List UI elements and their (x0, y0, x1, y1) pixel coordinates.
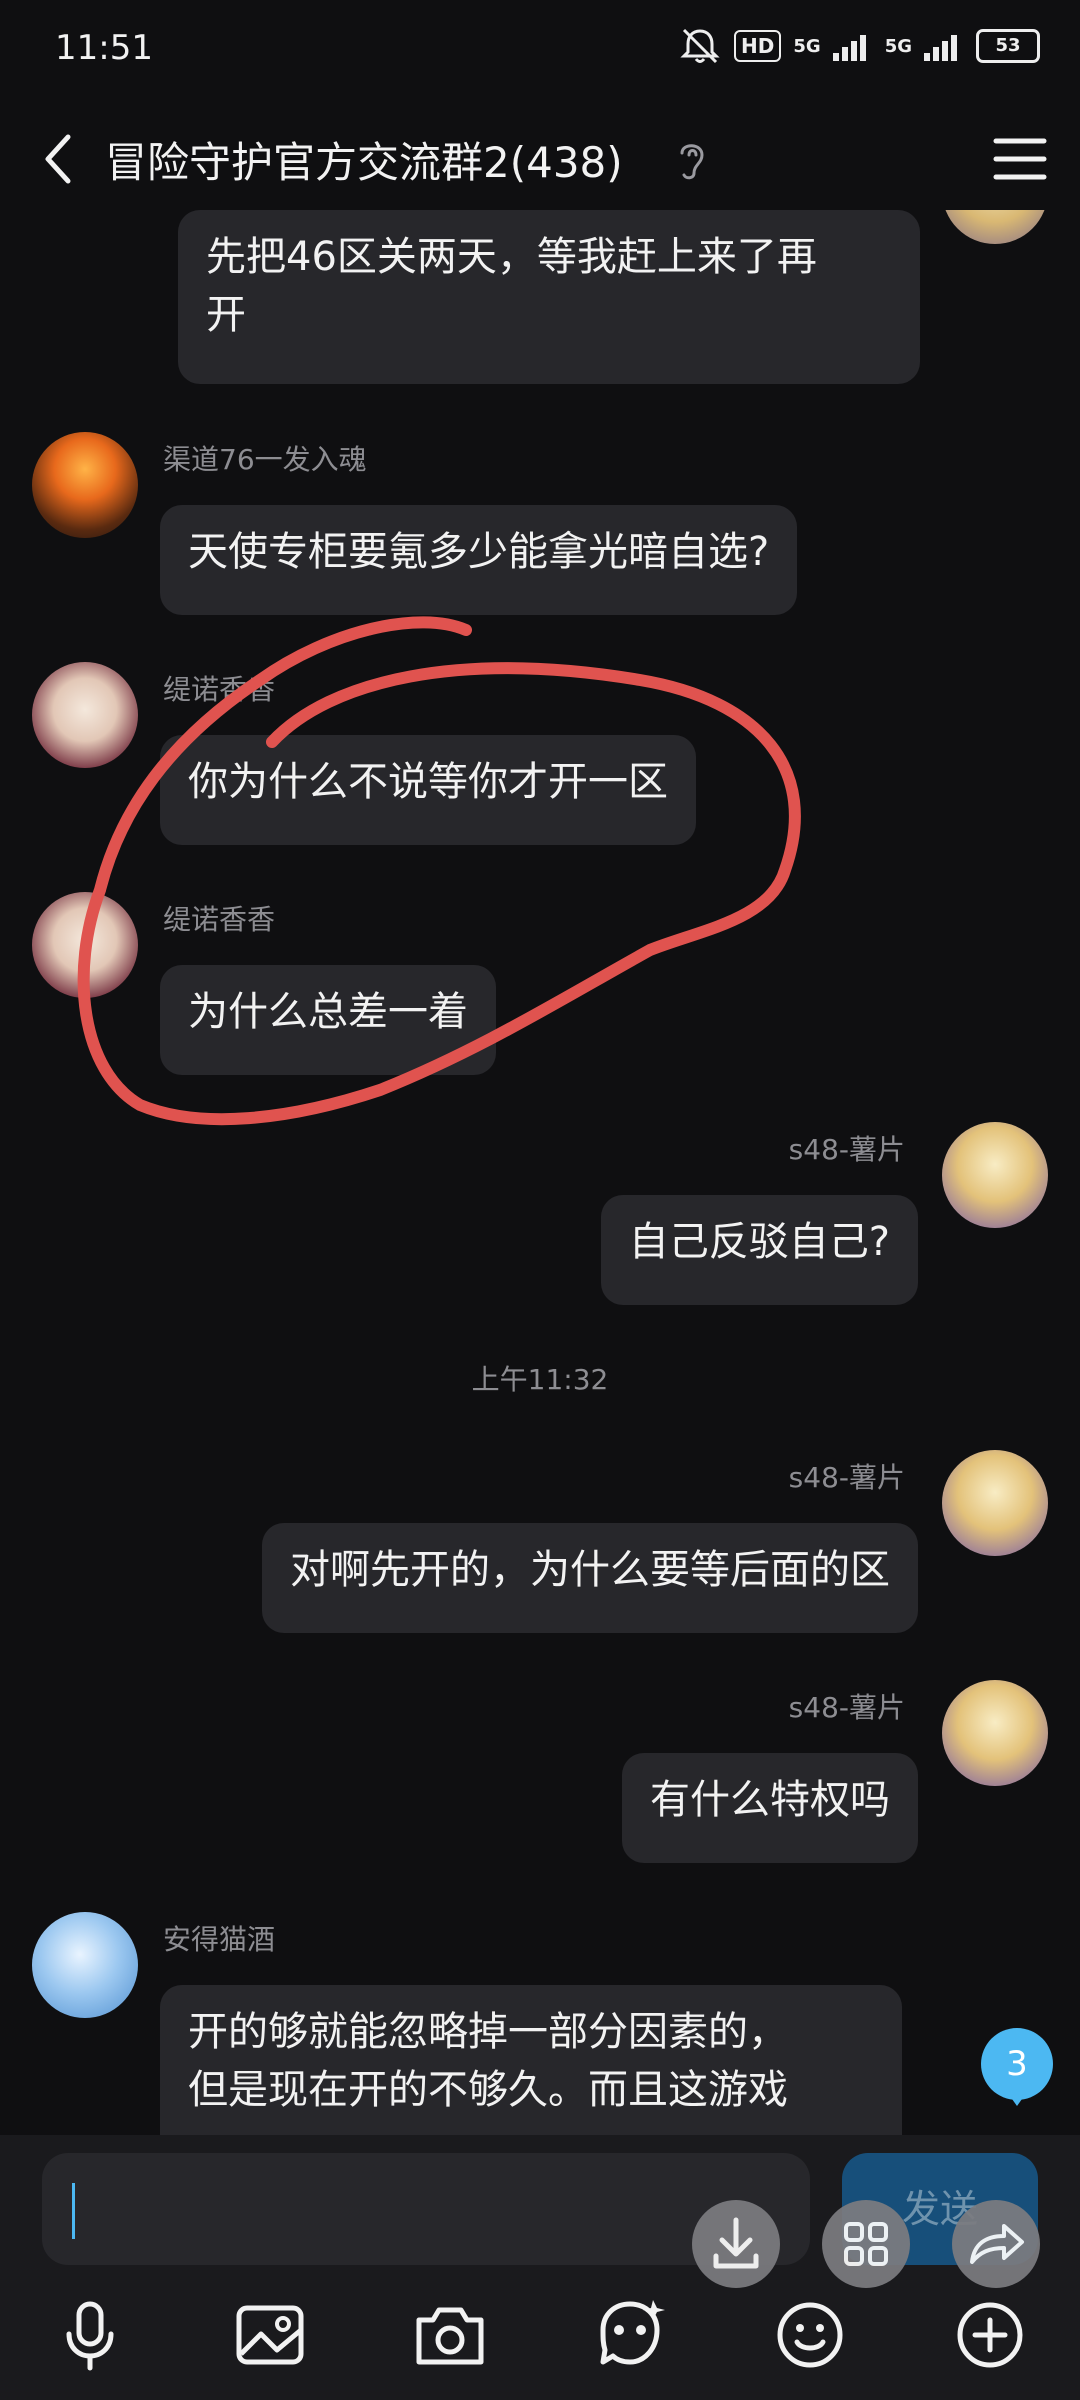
input-toolbar (0, 2290, 1080, 2380)
message-text: 你为什么不说等你才开一区 (188, 759, 668, 805)
message-text: 有什么特权吗 (650, 1777, 890, 1823)
message-text-line: 先把46区关两天，等我赶上来了再 (206, 234, 817, 280)
sender-name: 渠道76一发入魂 (163, 443, 367, 476)
download-icon (713, 2217, 759, 2269)
unread-count-badge[interactable]: 3 (981, 2028, 1053, 2100)
grid-icon (844, 2222, 888, 2266)
avatar[interactable] (942, 210, 1048, 244)
page-title: 冒险守护官方交流群2(438) (105, 138, 623, 187)
message-bubble[interactable]: 开的够就能忽略掉一部分因素的， 但是现在开的不够久。而且这游戏 (160, 1985, 902, 2135)
avatar[interactable] (32, 892, 138, 998)
mute-bell-icon (680, 28, 720, 64)
share-button[interactable] (952, 2200, 1040, 2288)
message-bubble[interactable]: 对啊先开的，为什么要等后面的区 (262, 1523, 918, 1633)
avatar[interactable] (32, 432, 138, 538)
emoji-button[interactable] (765, 2290, 855, 2380)
avatar[interactable] (942, 1450, 1048, 1556)
sender-name: s48-薯片 (788, 1133, 905, 1166)
network-label-1: 5G (793, 35, 821, 57)
image-button[interactable] (225, 2290, 315, 2380)
message-bubble[interactable]: 先把46区关两天，等我赶上来了再 开 (178, 210, 920, 384)
sender-name: s48-薯片 (788, 1461, 905, 1494)
chat-header: 冒险守护官方交流群2(438) (0, 115, 1080, 203)
camera-icon (416, 2307, 484, 2365)
voice-button[interactable] (45, 2290, 135, 2380)
sender-name: 缇诺香香 (163, 903, 276, 936)
message-text-line: 但是现在开的不够久。而且这游戏 (188, 2067, 788, 2113)
download-button[interactable] (692, 2200, 780, 2288)
ear-icon[interactable] (672, 135, 712, 183)
sender-name: 安得猫酒 (163, 1923, 276, 1956)
plus-icon (957, 2302, 1023, 2368)
message-text: 自己反驳自己? (628, 1219, 890, 1265)
message-timestamp: 上午11:32 (471, 1363, 609, 1396)
avatar[interactable] (942, 1680, 1048, 1786)
status-time: 11:51 (55, 28, 153, 68)
message-text-line: 开 (206, 292, 246, 338)
status-icons: HD 5G 5G 53 (678, 26, 1040, 66)
message-bubble[interactable]: 自己反驳自己? (600, 1195, 918, 1305)
sender-name: s48-薯片 (788, 1691, 905, 1724)
share-icon (970, 2224, 1024, 2264)
more-button[interactable] (945, 2290, 1035, 2380)
sticker-icon (600, 2300, 665, 2365)
message-text: 对啊先开的，为什么要等后面的区 (290, 1547, 890, 1593)
status-bar: 11:51 HD 5G 5G 53 (0, 0, 1080, 100)
message-bubble[interactable]: 有什么特权吗 (622, 1753, 918, 1863)
apps-button[interactable] (822, 2200, 910, 2288)
message-bubble[interactable]: 天使专柜要氪多少能拿光暗自选? (160, 505, 798, 615)
hd-badge: HD (734, 30, 782, 62)
sticker-button[interactable] (585, 2290, 675, 2380)
menu-button[interactable] (990, 131, 1050, 187)
unread-badge-tail (1007, 2092, 1027, 2106)
message-bubble[interactable]: 为什么总差一着 (160, 965, 496, 1075)
message-list[interactable]: 先把46区关两天，等我赶上来了再 开 渠道76一发入魂 天使专柜要氪多少能拿光暗… (0, 210, 1080, 2135)
image-icon (236, 2305, 304, 2365)
camera-button[interactable] (405, 2290, 495, 2380)
microphone-icon (66, 2301, 114, 2371)
text-caret (72, 2183, 75, 2239)
message-text-line: 开的够就能忽略掉一部分因素的， (188, 2009, 788, 2055)
signal-icon (832, 35, 866, 61)
avatar[interactable] (942, 1122, 1048, 1228)
emoji-icon (777, 2302, 843, 2368)
avatar[interactable] (32, 662, 138, 768)
back-button[interactable] (30, 127, 90, 191)
battery-indicator: 53 (976, 29, 1040, 63)
avatar[interactable] (32, 1912, 138, 2018)
signal-icon (924, 35, 957, 61)
annotation-circle (77, 616, 801, 1126)
message-bubble[interactable]: 你为什么不说等你才开一区 (160, 735, 696, 845)
message-text: 天使专柜要氪多少能拿光暗自选? (188, 529, 770, 575)
sender-name: 缇诺香香 (163, 673, 276, 706)
network-label-2: 5G (884, 35, 912, 57)
message-text: 为什么总差一着 (188, 989, 468, 1035)
